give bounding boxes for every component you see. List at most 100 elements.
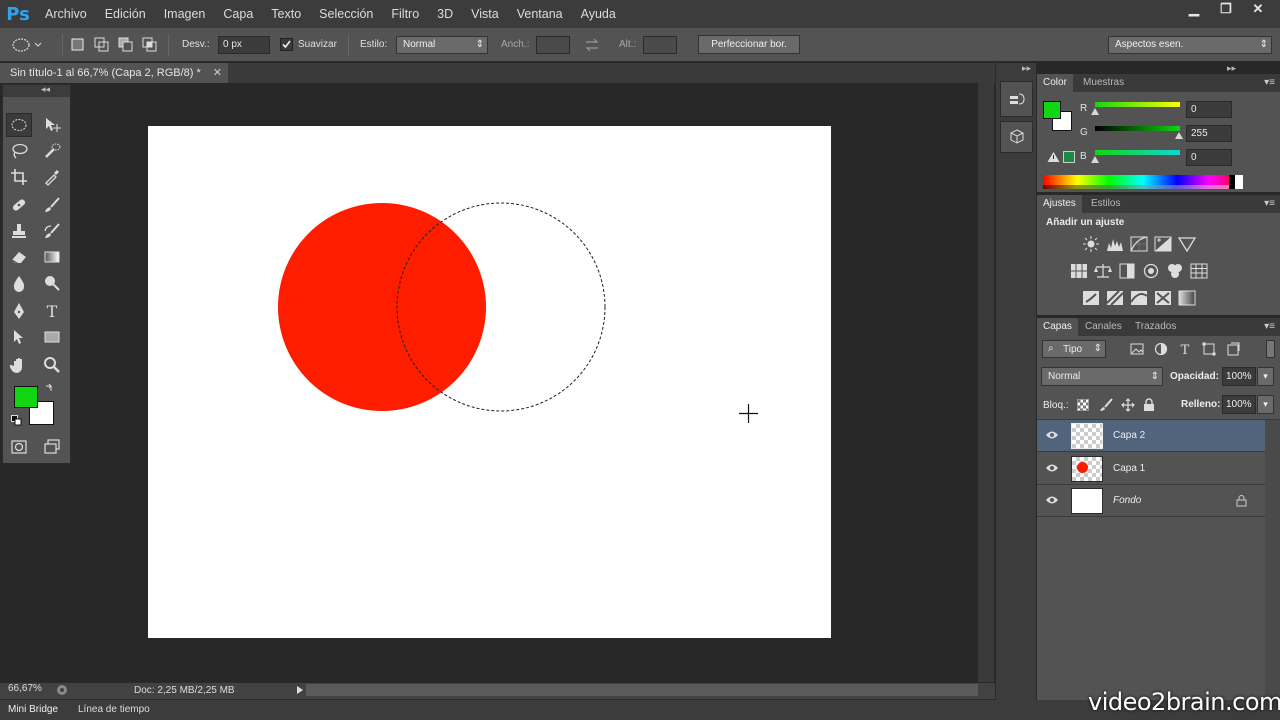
channel-mixer-icon[interactable] bbox=[1166, 263, 1184, 279]
menu-edicion[interactable]: Edición bbox=[96, 0, 155, 28]
rectangle-tool-icon[interactable] bbox=[39, 325, 65, 349]
visibility-eye-icon[interactable] bbox=[1045, 494, 1059, 506]
eraser-tool-icon[interactable] bbox=[6, 245, 32, 269]
filter-smart-object-icon[interactable] bbox=[1226, 342, 1240, 356]
visibility-eye-icon[interactable] bbox=[1045, 462, 1059, 474]
refine-edge-button[interactable]: Perfeccionar bor. bbox=[698, 35, 800, 54]
history-brush-tool-icon[interactable] bbox=[39, 219, 65, 243]
add-selection-icon[interactable] bbox=[94, 37, 110, 53]
swap-dimensions-icon[interactable] bbox=[584, 37, 600, 53]
green-slider[interactable] bbox=[1095, 126, 1180, 131]
close-icon[interactable]: ✕ bbox=[1244, 0, 1272, 18]
vertical-scrollbar[interactable] bbox=[978, 83, 994, 682]
gradient-map-icon[interactable] bbox=[1178, 290, 1196, 306]
type-tool-icon[interactable]: T bbox=[39, 299, 65, 323]
subtract-selection-icon[interactable] bbox=[118, 37, 134, 53]
menu-ayuda[interactable]: Ayuda bbox=[572, 0, 625, 28]
tab-paths[interactable]: Trazados bbox=[1129, 318, 1182, 336]
expand-dock-icon[interactable]: ▸▸ bbox=[1022, 63, 1031, 74]
height-input[interactable] bbox=[643, 36, 677, 54]
layer-lock-icon[interactable] bbox=[1236, 495, 1247, 507]
black-white-icon[interactable] bbox=[1118, 263, 1136, 279]
selective-color-icon[interactable] bbox=[1154, 290, 1172, 306]
dodge-tool-icon[interactable] bbox=[39, 271, 65, 295]
crop-tool-icon[interactable] bbox=[6, 165, 32, 189]
curves-icon[interactable] bbox=[1130, 236, 1148, 252]
green-slider-knob[interactable] bbox=[1175, 132, 1183, 139]
zoom-tool-icon[interactable] bbox=[39, 353, 65, 377]
tab-styles[interactable]: Estilos bbox=[1085, 195, 1126, 213]
collapse-arrows-icon[interactable]: ◂◂ bbox=[41, 84, 50, 95]
filter-type-layer-icon[interactable]: T bbox=[1178, 342, 1192, 356]
opacity-input[interactable]: 100% bbox=[1222, 367, 1256, 386]
quick-mask-icon[interactable] bbox=[6, 435, 32, 459]
exposure-icon[interactable] bbox=[1154, 236, 1172, 252]
color-lookup-icon[interactable] bbox=[1190, 263, 1208, 279]
layer-row-capa-2[interactable]: Capa 2 bbox=[1037, 420, 1265, 452]
menu-texto[interactable]: Texto bbox=[262, 0, 310, 28]
filter-shape-layer-icon[interactable] bbox=[1202, 342, 1216, 356]
style-select[interactable]: Normal bbox=[396, 36, 488, 54]
checkbox-checked-icon[interactable] bbox=[280, 38, 293, 51]
path-selection-tool-icon[interactable] bbox=[6, 325, 32, 349]
intersect-selection-icon[interactable] bbox=[142, 37, 158, 53]
eyedropper-tool-icon[interactable] bbox=[39, 165, 65, 189]
menu-filtro[interactable]: Filtro bbox=[382, 0, 428, 28]
levels-icon[interactable] bbox=[1106, 236, 1124, 252]
brightness-contrast-icon[interactable] bbox=[1082, 236, 1100, 252]
gradient-tool-icon[interactable] bbox=[39, 245, 65, 269]
layer-name[interactable]: Capa 1 bbox=[1113, 463, 1145, 474]
restore-icon[interactable]: ❐ bbox=[1212, 0, 1240, 18]
invert-icon[interactable] bbox=[1082, 290, 1100, 306]
menu-archivo[interactable]: Archivo bbox=[36, 0, 96, 28]
hue-saturation-icon[interactable] bbox=[1070, 263, 1088, 279]
document-canvas[interactable] bbox=[148, 126, 831, 638]
tools-panel-header[interactable]: ◂◂ bbox=[3, 84, 70, 97]
elliptical-marquee-preset-icon[interactable] bbox=[10, 37, 44, 53]
vibrance-icon[interactable] bbox=[1178, 236, 1196, 252]
close-tab-icon[interactable]: ✕ bbox=[213, 63, 222, 83]
tab-layers[interactable]: Capas bbox=[1037, 318, 1078, 336]
spot-healing-tool-icon[interactable] bbox=[6, 193, 32, 217]
filter-pixel-layer-icon[interactable] bbox=[1130, 342, 1144, 356]
workspace-select[interactable]: Aspectos esen. bbox=[1108, 36, 1272, 54]
quick-selection-tool-icon[interactable] bbox=[39, 139, 65, 163]
history-panel-button[interactable] bbox=[1000, 81, 1033, 117]
document-tab[interactable]: Sin título-1 al 66,7% (Capa 2, RGB/8) * … bbox=[0, 63, 228, 83]
menu-seleccion[interactable]: Selección bbox=[310, 0, 382, 28]
layer-row-capa-1[interactable]: Capa 1 bbox=[1037, 453, 1265, 485]
fill-input[interactable]: 100% bbox=[1222, 395, 1256, 414]
brush-tool-icon[interactable] bbox=[39, 193, 65, 217]
blue-slider-knob[interactable] bbox=[1091, 156, 1099, 163]
color-panel-fg-swatch-top[interactable] bbox=[1043, 101, 1061, 119]
photo-filter-icon[interactable] bbox=[1142, 263, 1160, 279]
green-value-input[interactable]: 255 bbox=[1186, 125, 1232, 142]
hand-tool-icon[interactable] bbox=[6, 353, 32, 377]
posterize-icon[interactable] bbox=[1106, 290, 1124, 306]
new-selection-icon[interactable] bbox=[70, 37, 86, 53]
color-balance-icon[interactable] bbox=[1094, 263, 1112, 279]
color-spectrum-ramp[interactable] bbox=[1043, 175, 1243, 189]
tab-mini-bridge[interactable]: Mini Bridge bbox=[8, 704, 58, 715]
status-info-icon[interactable] bbox=[56, 684, 68, 696]
lock-all-icon[interactable] bbox=[1143, 398, 1155, 412]
panel-menu-icon[interactable]: ▾≡ bbox=[1264, 77, 1275, 88]
filter-adjustment-layer-icon[interactable] bbox=[1154, 342, 1168, 356]
panel-menu-icon[interactable]: ▾≡ bbox=[1264, 198, 1275, 209]
panel-menu-icon[interactable]: ▾≡ bbox=[1264, 321, 1275, 332]
visibility-eye-icon[interactable] bbox=[1045, 429, 1059, 441]
websafe-color-swatch[interactable] bbox=[1063, 151, 1075, 163]
clone-stamp-tool-icon[interactable] bbox=[6, 219, 32, 243]
fill-dropdown-icon[interactable]: ▾ bbox=[1257, 395, 1274, 414]
menu-imagen[interactable]: Imagen bbox=[155, 0, 215, 28]
tab-color[interactable]: Color bbox=[1037, 74, 1073, 92]
status-menu-arrow-icon[interactable] bbox=[295, 685, 305, 695]
width-input[interactable] bbox=[536, 36, 570, 54]
layers-scrollbar[interactable] bbox=[1265, 420, 1280, 700]
white-swatch[interactable] bbox=[1235, 175, 1243, 189]
layer-name[interactable]: Capa 2 bbox=[1113, 430, 1145, 441]
properties-panel-button[interactable] bbox=[1000, 121, 1033, 153]
screen-mode-icon[interactable] bbox=[39, 435, 65, 459]
lock-position-icon[interactable] bbox=[1121, 398, 1135, 412]
foreground-color-swatch-top[interactable] bbox=[14, 386, 38, 408]
